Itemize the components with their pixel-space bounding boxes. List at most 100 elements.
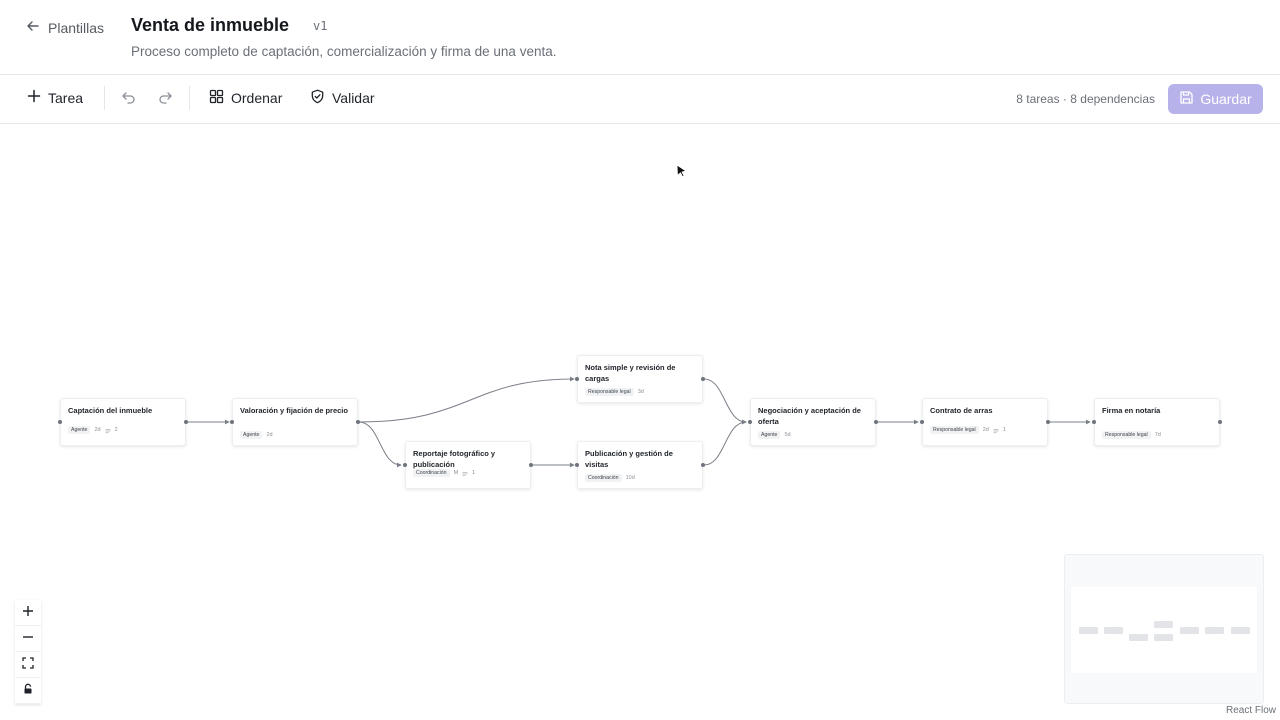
task-meta: Agente 2d <box>240 431 273 439</box>
task-title: Contrato de arras <box>930 406 993 415</box>
zoom-in-button[interactable] <box>15 600 41 626</box>
node-output-handle[interactable] <box>701 377 705 381</box>
task-title: Firma en notaría <box>1102 406 1161 415</box>
task-title: Captación del inmueble <box>68 406 153 415</box>
task-meta: Responsable legal 2d 1 <box>930 421 1006 439</box>
plus-icon <box>27 89 41 106</box>
role-chip: Agente <box>68 426 91 434</box>
node-output-handle[interactable] <box>1218 420 1222 424</box>
back-label: Plantillas <box>48 19 105 36</box>
task-duration: 2d <box>266 432 273 438</box>
task-node[interactable]: Captación del inmueble Agente 2d 2 <box>58 398 188 446</box>
node-output-handle[interactable] <box>529 463 533 467</box>
zoom-out-button[interactable] <box>15 626 41 652</box>
node-input-handle[interactable] <box>1092 420 1096 424</box>
task-title: Negociación y aceptación de oferta <box>758 406 861 426</box>
order-button[interactable]: Ordenar <box>209 89 282 107</box>
task-meta: Agente 2d 2 <box>68 421 118 439</box>
edge-valoracion-reportaje[interactable] <box>358 421 402 468</box>
node-output-handle[interactable] <box>1046 420 1050 424</box>
zoom-controls <box>15 600 41 704</box>
task-meta: Agente 5d <box>758 431 791 439</box>
task-meta: Responsable legal 3d <box>585 388 644 396</box>
toolbar-divider <box>104 86 105 110</box>
layout-grid-icon <box>209 89 224 107</box>
task-node[interactable]: Contrato de arras Responsable legal 2d 1 <box>920 398 1050 446</box>
task-node[interactable]: Negociación y aceptación de oferta Agent… <box>748 398 878 446</box>
lock-button[interactable] <box>15 678 41 704</box>
minimap-viewport[interactable] <box>1071 587 1257 673</box>
node-input-handle[interactable] <box>403 463 407 467</box>
node-input-handle[interactable] <box>230 420 234 424</box>
node-input-handle[interactable] <box>748 420 752 424</box>
node-output-handle[interactable] <box>701 463 705 467</box>
minus-icon <box>22 630 34 648</box>
node-input-handle[interactable] <box>58 420 62 424</box>
role-chip: Responsable legal <box>585 388 634 396</box>
role-chip: Coordinación <box>585 474 622 482</box>
task-node[interactable]: Valoración y fijación de precio Agente 2… <box>230 398 360 446</box>
shield-check-icon <box>310 89 325 107</box>
role-chip: Coordinación <box>413 469 450 477</box>
react-flow-attribution[interactable]: React Flow <box>1226 705 1276 716</box>
add-task-label: Tarea <box>48 89 84 106</box>
minimap-node <box>1180 627 1199 634</box>
task-duration: 7d <box>1154 432 1161 438</box>
task-node[interactable]: Nota simple y revisión de cargas Respons… <box>575 355 705 403</box>
subtask-count: 1 <box>472 470 476 476</box>
toolbar: Tarea Ordenar Validar 8 tareas · 8 depen… <box>0 75 1280 124</box>
redo-icon <box>157 89 173 110</box>
arrow-left-icon <box>26 19 40 36</box>
node-input-handle[interactable] <box>920 420 924 424</box>
fit-view-button[interactable] <box>15 652 41 678</box>
add-task-button[interactable]: Tarea <box>27 89 83 106</box>
task-title: Publicación y gestión de visitas <box>585 449 673 469</box>
role-chip: Agente <box>240 431 263 439</box>
task-node[interactable]: Publicación y gestión de visitas Coordin… <box>575 441 705 489</box>
undo-icon <box>121 89 137 110</box>
mouse-cursor-icon <box>676 164 688 183</box>
back-to-templates-link[interactable]: Plantillas <box>26 19 104 36</box>
node-output-handle[interactable] <box>184 420 188 424</box>
task-duration: 5d <box>784 432 791 438</box>
task-node[interactable]: Reportaje fotográfico y publicación Coor… <box>403 441 533 489</box>
save-button[interactable]: Guardar <box>1168 84 1263 114</box>
task-title: Nota simple y revisión de cargas <box>585 363 676 383</box>
edge-valoracion-nota[interactable] <box>358 376 575 423</box>
save-icon <box>1179 90 1194 108</box>
validate-button[interactable]: Validar <box>310 89 375 107</box>
role-chip: Responsable legal <box>930 426 979 434</box>
minimap-node <box>1154 634 1173 641</box>
minimap[interactable] <box>1064 554 1264 704</box>
edge-publicacion-negociacion[interactable] <box>703 419 747 466</box>
minimap-node <box>1129 634 1148 641</box>
plus-icon <box>22 604 34 622</box>
node-input-handle[interactable] <box>575 377 579 381</box>
redo-button[interactable] <box>155 89 175 109</box>
minimap-node <box>1079 627 1098 634</box>
task-meta: Coordinación M 1 <box>413 464 475 482</box>
node-output-handle[interactable] <box>874 420 878 424</box>
toolbar-divider <box>189 86 190 110</box>
task-meta: Coordinación 10d <box>585 474 635 482</box>
task-node[interactable]: Firma en notaría Responsable legal 7d <box>1092 398 1222 446</box>
node-output-handle[interactable] <box>356 420 360 424</box>
checklist-icon <box>462 464 468 482</box>
template-description[interactable]: Proceso completo de captación, comercial… <box>131 44 556 59</box>
task-duration: 2d <box>982 427 989 433</box>
node-input-handle[interactable] <box>575 463 579 467</box>
minimap-node <box>1154 621 1173 628</box>
save-label: Guardar <box>1200 91 1252 107</box>
subtask-count: 1 <box>1002 427 1006 433</box>
order-label: Ordenar <box>231 90 283 106</box>
role-chip: Responsable legal <box>1102 431 1151 439</box>
template-title[interactable]: Venta de inmueble <box>131 15 289 36</box>
fit-view-icon <box>22 656 34 674</box>
checklist-icon <box>105 421 111 439</box>
undo-button[interactable] <box>119 89 139 109</box>
task-meta: Responsable legal 7d <box>1102 431 1161 439</box>
minimap-node <box>1205 627 1224 634</box>
role-chip: Agente <box>758 431 781 439</box>
task-dependency-count: 8 tareas · 8 dependencias <box>1016 92 1155 106</box>
edge-nota-negociacion[interactable] <box>703 378 747 425</box>
